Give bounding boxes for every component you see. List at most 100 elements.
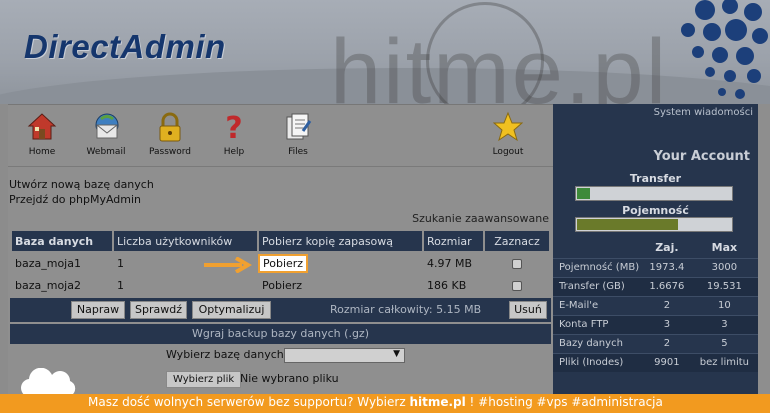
toolbar-logout-label: Logout [492,147,524,157]
stats-key: Bazy danych [553,333,643,353]
promo-banner: Masz dość wolnych serwerów bez supportu?… [0,394,770,413]
stats-used: 1.6676 [643,276,691,296]
toolbar-webmail[interactable]: Webmail [76,105,136,163]
star-icon [493,111,523,142]
toolbar-help-label: Help [223,147,245,157]
total-size: Rozmiar całkowity: 5.15 MB [330,303,482,316]
question-icon: ? [225,111,242,143]
stats-row: Konta FTP 3 3 [553,314,758,334]
main-toolbar: Home Webmail Password ? Help Files Logou… [8,104,553,162]
toolbar-home-label: Home [28,147,56,157]
toolbar-webmail-label: Webmail [86,147,126,157]
table-row: baza_moja2 1 Pobierz 186 KB [12,275,549,295]
stats-max: 3000 [690,257,758,277]
header-size[interactable]: Rozmiar [424,231,483,251]
download-link[interactable]: Pobierz [259,275,422,295]
stats-max: bez limitu [690,352,758,372]
promo-brand: hitme.pl [409,395,466,409]
stats-max: 5 [690,333,758,353]
stats-used: 1973.4 [643,257,691,277]
content-divider [8,166,553,167]
header-database[interactable]: Baza danych [12,231,112,251]
system-messages-link[interactable]: System wiadomości [654,107,753,118]
stats-header-blank [553,238,643,258]
stats-used: 2 [643,295,691,315]
database-users-link[interactable]: 1 [114,275,257,295]
delete-button[interactable]: Usuń [509,301,547,319]
toolbar-logout[interactable]: Logout [478,105,538,163]
stats-header-used: Zaj. [655,241,679,255]
select-cell [485,275,549,295]
files-icon [286,113,312,140]
stats-key: Pliki (Inodes) [553,352,643,372]
stats-row: Bazy danych 2 5 [553,333,758,353]
header-download-backup: Pobierz kopię zapasową [259,231,422,251]
lock-icon [159,112,181,142]
stats-used: 9901 [643,352,691,372]
promo-text-before: Masz dość wolnych serwerów bez supportu?… [88,395,410,409]
download-link[interactable]: Pobierz [258,253,309,273]
create-database-link[interactable]: Utwórz nową bazę danych [9,178,154,191]
optimize-button[interactable]: Optymalizuj [192,301,271,319]
database-size: 4.97 MB [427,256,473,270]
choose-file-button[interactable]: Wybierz plik [166,371,242,388]
database-table: Baza danych Liczba użytkowników Pobierz … [10,229,551,297]
select-cell [485,253,549,273]
stats-header-max: Max [711,241,738,255]
dropdown-arrow-icon: ▼ [393,349,400,359]
stats-max: 19.531 [690,276,758,296]
select-checkbox[interactable] [512,280,522,291]
database-table-header: Baza danych Liczba użytkowników Pobierz … [12,231,549,251]
toolbar-help[interactable]: ? Help [204,105,264,163]
transfer-label: Transfer [629,172,682,185]
toolbar-files[interactable]: Files [268,105,328,163]
table-row: baza_moja1 1 Pobierz 4.97 MB [12,253,549,273]
stats-max: 10 [690,295,758,315]
arrow-right-icon [204,257,252,273]
header-user-count[interactable]: Liczba użytkowników [114,231,257,251]
main-content: Utwórz nową bazę danych Przejdź do phpMy… [8,162,553,394]
your-account-title: Your Account [653,149,750,164]
database-select[interactable]: ▼ [284,348,405,363]
advanced-search-link[interactable]: Szukanie zaawansowane [412,212,549,225]
toolbar-home[interactable]: Home [12,105,72,163]
decorative-dots-icon [681,0,768,99]
phpmyadmin-link[interactable]: Przejdź do phpMyAdmin [9,193,141,206]
header: DirectAdmin hitme.pl [0,0,770,104]
stats-max: 3 [690,314,758,334]
capacity-bar-fill [577,219,679,230]
toolbar-password-label: Password [148,147,192,157]
stats-key: Pojemność (MB) [553,257,643,277]
stats-row: Transfer (GB) 1.6676 19.531 [553,276,758,296]
actions-bar: Napraw Sprawdź Optymalizuj Rozmiar całko… [10,298,551,322]
account-panel: System wiadomości Your Account Transfer … [553,104,758,394]
transfer-bar-fill [577,188,591,199]
download-cell: Pobierz [258,253,422,273]
stats-row: Pliki (Inodes) 9901 bez limitu [553,352,758,372]
database-name-link[interactable]: baza_moja2 [12,275,112,295]
stats-key: E-Mail'e [553,295,643,315]
no-file-chosen-text: Nie wybrano pliku [240,372,339,385]
promo-text-after: ! #hosting #vps #administracja [465,395,663,409]
repair-button[interactable]: Napraw [71,301,125,319]
stats-key: Transfer (GB) [553,276,643,296]
capacity-bar [575,217,733,232]
toolbar-password[interactable]: Password [140,105,200,163]
database-name-link[interactable]: baza_moja1 [12,253,112,273]
check-button[interactable]: Sprawdź [130,301,187,319]
directadmin-logo[interactable]: DirectAdmin [24,28,226,66]
backup-upload-header: Wgraj backup bazy danych (.gz) [10,324,551,344]
webmail-icon [95,113,119,139]
promo-text[interactable]: Masz dość wolnych serwerów bez supportu?… [88,395,663,409]
stats-used: 3 [643,314,691,334]
stats-row: Pojemność (MB) 1973.4 3000 [553,257,758,277]
database-size: 186 KB [427,278,467,292]
capacity-label: Pojemność [622,204,689,217]
svg-text:?: ? [225,111,242,143]
home-icon [27,113,57,140]
stats-key: Konta FTP [553,314,643,334]
select-database-label: Wybierz bazę danych [166,348,284,361]
right-edge-strip [758,104,770,394]
select-checkbox[interactable] [512,258,522,269]
stats-used: 2 [643,333,691,353]
